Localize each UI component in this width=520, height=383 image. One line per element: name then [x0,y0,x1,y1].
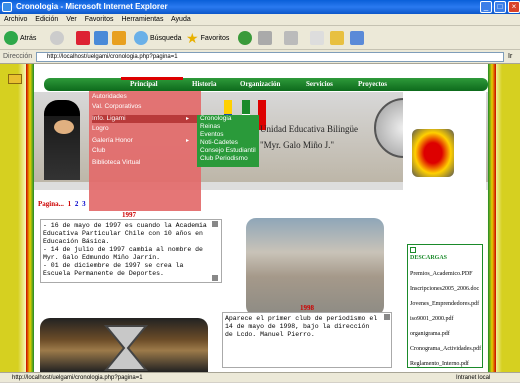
menu-favoritos[interactable]: Favoritos [85,16,114,23]
menu-item-galeria-honor[interactable]: Galería Honor [92,137,133,145]
print-button[interactable] [284,30,298,46]
window-title: Cronologia - Microsoft Internet Explorer [0,0,520,14]
home-icon [112,31,126,45]
pagination-label: Pagina... [38,200,64,208]
download-link[interactable]: Jovenes_Emprendedores.pdf [410,301,479,307]
ie-icon [2,2,12,12]
download-link[interactable]: iso9001_2000.pdf [410,316,454,322]
menu-ver[interactable]: Ver [66,16,77,23]
nav-organizacion[interactable]: Organización [240,78,280,91]
left-frame-stripe [26,64,34,372]
messenger-button[interactable] [350,30,364,46]
download-link[interactable]: organigrama.pdf [410,331,450,337]
page-link-3[interactable]: 3 [82,200,86,208]
discuss-icon [330,31,344,45]
construction-photo [246,218,384,316]
submenu-item-eventos[interactable]: Eventos [200,131,224,139]
menu-ayuda[interactable]: Ayuda [171,16,191,23]
nav-proyectos[interactable]: Proyectos [358,78,387,91]
page-viewport: Principal Historia Organización Servicio… [0,64,520,372]
print-icon [284,31,298,45]
menu-item-info-ligami[interactable]: Info. Ligami [92,115,197,123]
scroll-down-icon[interactable] [212,275,218,281]
download-link[interactable]: Reglamento_Interno.pdf [410,361,469,367]
toolbar: Atrás Búsqueda ★ Favoritos [0,26,520,50]
menu-item-logro[interactable]: Logro [92,125,109,133]
menu-item-autoridades[interactable]: Autoridades [92,93,127,101]
menu-herramientas[interactable]: Herramientas [121,16,163,23]
scroll-up-icon[interactable] [212,221,218,227]
discuss-button[interactable] [330,30,344,46]
submenu-arrow-icon: ▸ [186,116,190,122]
download-link[interactable]: Cronograma_Actividades.pdf [410,346,481,352]
submenu-item-noti-cadetes[interactable]: Noti-Cadetes [200,139,238,147]
timeline-text-1998[interactable]: Aparece el primer club de periodismo el … [222,312,392,368]
star-icon: ★ [186,29,199,46]
submenu-item-reinas[interactable]: Reinas [200,123,220,131]
main-nav: Principal Historia Organización Servicio… [44,78,488,91]
downloads-title: DESCARGAS [410,255,448,261]
scroll-up-icon[interactable] [384,314,390,320]
menu-item-biblioteca[interactable]: Biblioteca Virtual [92,159,140,167]
search-icon [134,31,148,45]
timeline-text-1997[interactable]: - 16 de mayo de 1997 es cuando la Academ… [40,219,222,283]
stop-button[interactable] [76,30,90,46]
address-bar: Dirección http://localhost/uelgami/crono… [0,50,520,64]
banner-subtitle: "Myr. Galo Miño J." [260,140,335,150]
nav-historia[interactable]: Historia [192,78,217,91]
download-icon [410,247,416,253]
edit-icon [310,31,324,45]
refresh-icon [94,31,108,45]
folder-icon [8,74,22,84]
submenu-item-cronologia[interactable]: Cronologia [200,115,231,123]
menu-item-valores[interactable]: Val. Corporativos [92,103,141,111]
maximize-button[interactable]: □ [494,1,506,13]
submenu-item-club-periodismo[interactable]: Club Periodismo [200,155,248,163]
refresh-button[interactable] [94,30,108,46]
close-button[interactable]: × [508,1,520,13]
right-frame-stripe [488,64,496,372]
pagination: Pagina... 1 2 3 [38,200,86,208]
search-button[interactable]: Búsqueda [134,30,182,46]
home-button[interactable] [112,30,126,46]
page-link-2[interactable]: 2 [75,200,79,208]
page-link-1[interactable]: 1 [68,200,72,208]
edit-button[interactable] [310,30,324,46]
mail-icon [258,31,272,45]
year-1998: 1998 [300,304,314,312]
download-link[interactable]: Inscripciones2005_2006.doc [410,286,479,292]
submenu-item-consejo[interactable]: Consejo Estudiantil [200,147,256,155]
cadet-face [54,120,74,134]
messenger-icon [350,31,364,45]
menu-archivo[interactable]: Archivo [4,16,27,23]
cadet-figure [44,100,80,180]
address-input[interactable]: http://localhost/uelgami/cronologia.php?… [36,52,504,62]
hourglass-icon [103,325,149,371]
school-logo [412,129,454,177]
submenu-arrow-icon: ▸ [186,138,190,144]
download-link[interactable]: Premios_Academico.PDF [410,271,473,277]
mail-button[interactable] [258,30,272,46]
back-arrow-icon [4,31,18,45]
nav-active-indicator [121,77,183,80]
history-icon [238,31,252,45]
address-label: Dirección [3,53,33,60]
menu-edicion[interactable]: Edición [35,16,58,23]
minimize-button[interactable]: _ [480,1,492,13]
forward-arrow-icon [50,31,64,45]
year-1997: 1997 [122,211,136,219]
favorites-button[interactable]: ★ Favoritos [186,30,229,46]
status-url: http://localhost/uelgami/cronologia.php?… [12,375,143,381]
status-bar: http://localhost/uelgami/cronologia.php?… [0,372,520,382]
banner-title: Unidad Educativa Bilingüe [260,124,358,134]
nav-servicios[interactable]: Servicios [306,78,333,91]
history-button[interactable] [238,30,252,46]
menubar: Archivo Edición Ver Favoritos Herramient… [0,14,520,26]
forward-button[interactable] [50,30,64,46]
back-button[interactable]: Atrás [4,30,36,46]
stop-icon [76,31,90,45]
menu-item-club[interactable]: Club [92,147,105,155]
go-button[interactable]: Ir [508,50,512,64]
